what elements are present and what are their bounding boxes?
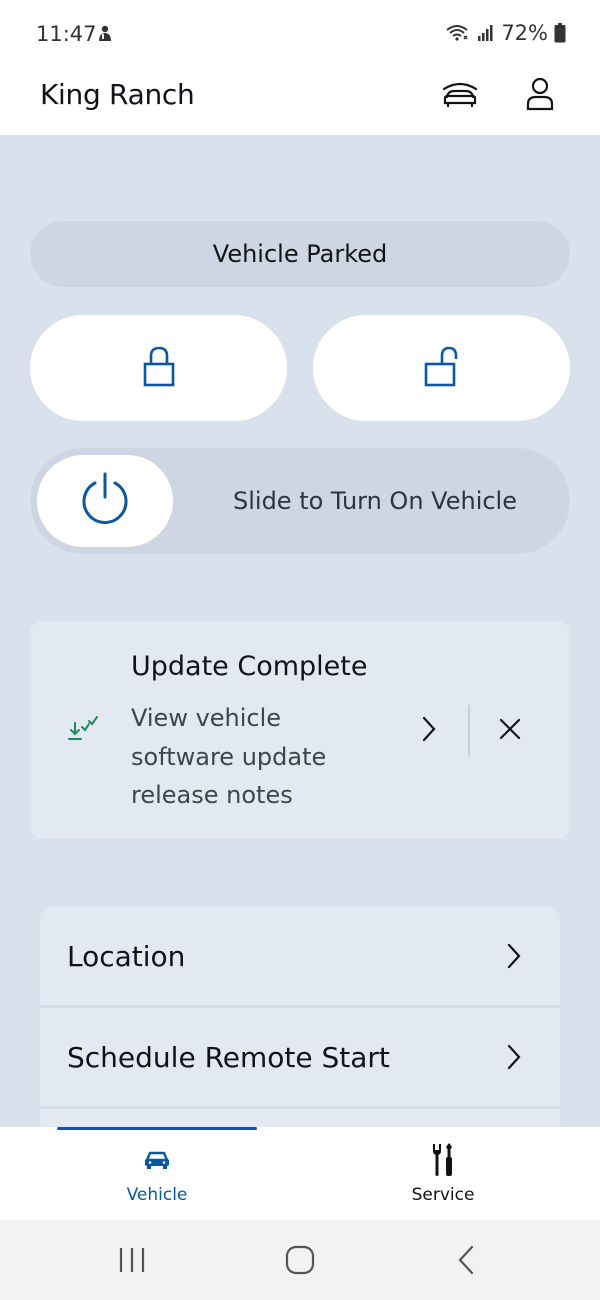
recents-icon (119, 1248, 145, 1272)
home-button[interactable] (284, 1244, 316, 1280)
tools-icon (343, 1142, 543, 1178)
car-icon (57, 1142, 257, 1178)
tab-service-label: Service (411, 1185, 475, 1205)
system-nav-bar (0, 1220, 600, 1300)
update-body: View vehicle software update release not… (131, 699, 361, 815)
lock-icon (142, 345, 176, 391)
account-icon (526, 77, 554, 115)
update-body-line: release notes (131, 781, 293, 809)
chevron-right-icon (502, 937, 526, 975)
home-icon (285, 1245, 315, 1275)
signal-icon (477, 24, 495, 42)
menu-card: Location Schedule Remote Start (40, 907, 560, 1127)
update-body-line: View vehicle (131, 704, 282, 732)
slider-label: Slide to Turn On Vehicle (233, 487, 517, 515)
update-details-button[interactable] (414, 713, 444, 749)
power-icon (79, 471, 131, 531)
dismiss-update-button[interactable] (494, 713, 526, 749)
garage-icon (440, 79, 480, 113)
main-content: Vehicle Parked Slide to Turn On Vehicle … (0, 135, 600, 1127)
battery-icon (554, 23, 566, 43)
garage-button[interactable] (438, 76, 482, 116)
menu-item-label: Location (67, 939, 186, 973)
update-title: Update Complete (131, 651, 368, 682)
unlock-icon (423, 345, 461, 391)
menu-item-schedule-remote-start[interactable]: Schedule Remote Start (40, 1008, 560, 1106)
notification-icon (95, 24, 115, 48)
download-check-icon (66, 715, 100, 747)
slider-thumb[interactable] (37, 455, 173, 547)
account-button[interactable] (520, 74, 560, 118)
status-bar: 11:47 72% (0, 0, 600, 70)
update-body-line: software update (131, 742, 327, 771)
chevron-right-icon (502, 1038, 526, 1076)
divider (468, 705, 470, 757)
recents-button[interactable] (118, 1246, 146, 1278)
menu-item-location[interactable]: Location (40, 907, 560, 1005)
start-vehicle-slider[interactable]: Slide to Turn On Vehicle (30, 448, 570, 554)
vehicle-status-label: Vehicle Parked (212, 240, 388, 268)
vehicle-status-pill: Vehicle Parked (30, 221, 570, 287)
update-card[interactable]: Update Complete View vehicle software up… (30, 621, 570, 839)
status-right: 72% (445, 21, 566, 45)
chevron-right-icon (421, 715, 437, 747)
app-bar: King Ranch (0, 70, 600, 135)
status-time: 11:47 (36, 22, 97, 46)
tab-vehicle-label: Vehicle (126, 1185, 188, 1205)
tab-service[interactable]: Service (343, 1130, 543, 1220)
menu-item-label: Schedule Remote Start (67, 1040, 390, 1074)
lock-button[interactable] (30, 315, 287, 421)
unlock-button[interactable] (313, 315, 570, 421)
close-icon (499, 718, 521, 744)
wifi-call-icon (445, 23, 471, 43)
divider (40, 1106, 560, 1109)
bottom-nav: Vehicle Service (0, 1127, 600, 1220)
page-title: King Ranch (40, 78, 195, 111)
back-button[interactable] (456, 1244, 476, 1280)
tab-vehicle[interactable]: Vehicle (57, 1130, 257, 1220)
back-icon (458, 1245, 474, 1275)
battery-percent: 72% (501, 21, 548, 45)
